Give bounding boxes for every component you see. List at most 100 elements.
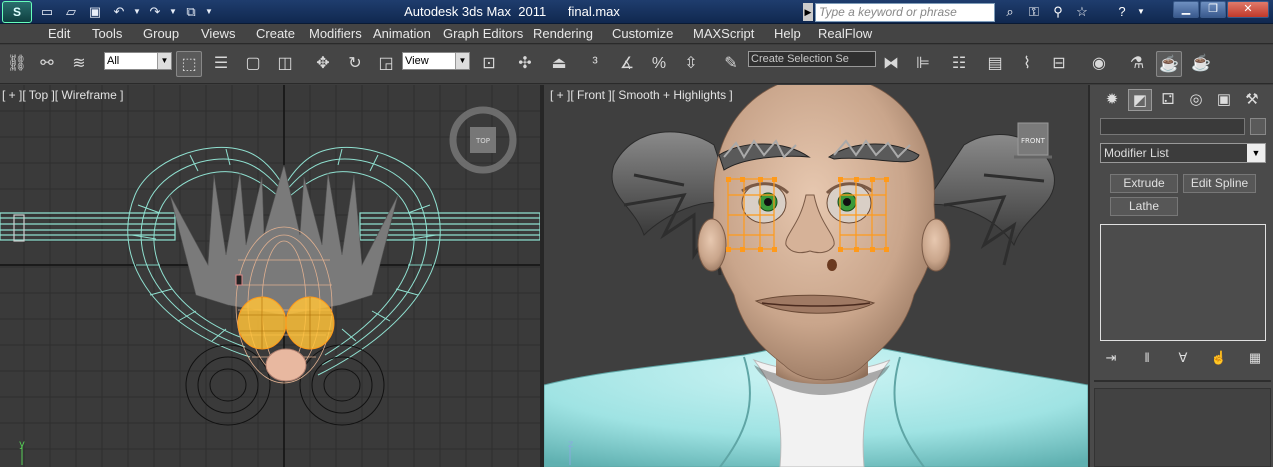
undo-dropdown-icon[interactable]: ▼ — [132, 2, 142, 22]
material-editor-icon[interactable]: ◉ — [1086, 51, 1112, 77]
remove-modifier-icon[interactable]: ☝ — [1208, 347, 1230, 369]
keyboard-shortcut-override-icon[interactable]: ⏏ — [546, 51, 572, 77]
new-file-icon[interactable]: ▭ — [36, 2, 58, 22]
customize-qat-icon[interactable]: ▼ — [204, 2, 214, 22]
chevron-down-icon: ▼ — [1247, 144, 1265, 162]
graphite-ribbon-icon[interactable]: ▤ — [982, 51, 1008, 77]
info-center-expand-icon[interactable]: ▶ — [803, 3, 813, 21]
select-and-scale-icon[interactable]: ◲ — [373, 51, 399, 77]
undo-icon[interactable]: ↶ — [108, 2, 130, 22]
percent-snap-icon[interactable]: % — [646, 51, 672, 77]
named-selection-sets-input[interactable]: Create Selection Se — [748, 51, 876, 67]
communication-center-icon[interactable]: ⚲ — [1048, 2, 1068, 22]
modifier-list-dropdown[interactable]: Modifier List ▼ — [1100, 143, 1266, 163]
restore-icon[interactable]: ❐ — [1200, 1, 1226, 18]
make-unique-icon[interactable]: ∀ — [1172, 347, 1194, 369]
viewport-front[interactable]: FRONT z [ + ][ Front ][ Smooth + Highlig… — [544, 85, 1088, 467]
schematic-view-icon[interactable]: ⊟ — [1046, 51, 1072, 77]
open-file-icon[interactable]: ▱ — [60, 2, 82, 22]
mirror-icon[interactable]: ⧓ — [878, 51, 904, 77]
render-setup-icon[interactable]: ⚗ — [1124, 51, 1150, 77]
menu-modifiers[interactable]: Modifiers — [309, 24, 362, 44]
angle-snap-icon[interactable]: ∡ — [614, 51, 640, 77]
search-icon[interactable]: ⌕ — [1000, 2, 1020, 22]
menu-help[interactable]: Help — [774, 24, 801, 44]
nose-shape — [265, 348, 307, 382]
edit-named-selection-icon[interactable]: ✎ — [718, 51, 744, 77]
search-input[interactable]: Type a keyword or phrase — [815, 3, 995, 22]
manipulate-icon[interactable]: ✣ — [512, 51, 538, 77]
render-production-icon[interactable]: ☕ — [1188, 51, 1214, 77]
spinner-snap-icon[interactable]: ⇳ — [678, 51, 704, 77]
display-tab-icon[interactable]: ▣ — [1212, 89, 1236, 111]
ear-marker — [235, 274, 243, 286]
close-icon[interactable]: ✕ — [1227, 1, 1269, 18]
hierarchy-tab-icon[interactable]: ⚁ — [1156, 89, 1180, 111]
pivot-center-icon[interactable]: ⊡ — [476, 51, 502, 77]
reference-coordinate-dropdown[interactable]: View ▼ — [402, 52, 470, 70]
configure-modifier-sets-icon[interactable]: ▦ — [1244, 347, 1266, 369]
create-tab-icon[interactable]: ✹ — [1100, 89, 1124, 111]
select-and-link-icon[interactable]: ⛓ — [4, 51, 30, 77]
selection-filter-dropdown[interactable]: All ▼ — [104, 52, 172, 70]
show-end-result-icon[interactable]: ‖ — [1136, 347, 1158, 369]
extrude-button[interactable]: Extrude — [1110, 174, 1178, 193]
modify-tab-icon[interactable]: ◩ — [1128, 89, 1152, 111]
viewport-top-label[interactable]: [ + ][ Top ][ Wireframe ] — [2, 88, 123, 102]
parameters-rollout — [1094, 388, 1271, 467]
main-toolbar: ⛓ ⚯ ≋ All ▼ ⬚ ☰ ▢ ◫ ✥ ↻ ◲ View ▼ ⊡ ✣ ⏏ ³ ∡… — [0, 45, 1273, 84]
project-folder-icon[interactable]: ⧉ — [180, 2, 202, 22]
edit-spline-button[interactable]: Edit Spline — [1183, 174, 1256, 193]
redo-dropdown-icon[interactable]: ▼ — [168, 2, 178, 22]
viewcube-front[interactable]: FRONT — [1014, 122, 1052, 159]
object-name-input[interactable] — [1100, 118, 1245, 135]
utilities-tab-icon[interactable]: ⚒ — [1240, 89, 1264, 111]
viewcube-top[interactable]: TOP — [449, 106, 517, 174]
select-object-icon[interactable]: ⬚ — [176, 51, 202, 77]
rectangular-selection-icon[interactable]: ▢ — [240, 51, 266, 77]
select-and-rotate-icon[interactable]: ↻ — [342, 51, 368, 77]
curve-editor-icon[interactable]: ⌇ — [1014, 51, 1040, 77]
select-and-move-icon[interactable]: ✥ — [310, 51, 336, 77]
menu-animation[interactable]: Animation — [373, 24, 431, 44]
chevron-down-icon: ▼ — [455, 53, 469, 69]
menu-tools[interactable]: Tools — [92, 24, 122, 44]
help-icon[interactable]: ? — [1112, 2, 1132, 22]
motion-tab-icon[interactable]: ◎ — [1184, 89, 1208, 111]
quick-access-toolbar: ▭ ▱ ▣ ↶ ▼ ↷ ▼ ⧉ ▼ — [36, 2, 214, 22]
app-logo-button[interactable]: S — [2, 1, 32, 23]
subscription-key-icon[interactable]: ⚿ — [1024, 2, 1044, 22]
viewport-top[interactable]: TOP y [ + ][ Top ][ Wireframe ] — [0, 85, 540, 467]
face-mole — [827, 259, 837, 271]
window-title: Autodesk 3ds Max 2011 final.max — [222, 0, 802, 24]
redo-icon[interactable]: ↷ — [144, 2, 166, 22]
menu-customize[interactable]: Customize — [612, 24, 673, 44]
layer-manager-icon[interactable]: ☷ — [946, 51, 972, 77]
menu-realflow[interactable]: RealFlow — [818, 24, 872, 44]
svg-text:z: z — [568, 439, 573, 450]
select-by-name-icon[interactable]: ☰ — [208, 51, 234, 77]
menu-graph-editors[interactable]: Graph Editors — [443, 24, 523, 44]
menu-views[interactable]: Views — [201, 24, 235, 44]
menu-edit[interactable]: Edit — [48, 24, 70, 44]
snaps-toggle-icon[interactable]: ³ — [582, 51, 608, 77]
help-dropdown-icon[interactable]: ▼ — [1136, 2, 1146, 22]
save-file-icon[interactable]: ▣ — [84, 2, 106, 22]
menu-rendering[interactable]: Rendering — [533, 24, 593, 44]
menu-group[interactable]: Group — [143, 24, 179, 44]
bind-to-space-warp-icon[interactable]: ≋ — [66, 51, 92, 77]
menu-maxscript[interactable]: MAXScript — [693, 24, 754, 44]
lathe-button[interactable]: Lathe — [1110, 197, 1178, 216]
minimize-icon[interactable]: ▁ — [1173, 1, 1199, 18]
object-color-swatch[interactable] — [1250, 118, 1266, 135]
modifier-stack-list[interactable] — [1100, 224, 1266, 341]
viewport-front-label[interactable]: [ + ][ Front ][ Smooth + Highlights ] — [550, 88, 733, 102]
unlink-selection-icon[interactable]: ⚯ — [34, 51, 60, 77]
window-crossing-icon[interactable]: ◫ — [272, 51, 298, 77]
favorites-star-icon[interactable]: ☆ — [1072, 2, 1092, 22]
menu-create[interactable]: Create — [256, 24, 295, 44]
align-icon[interactable]: ⊫ — [910, 51, 936, 77]
right-pupil — [843, 198, 851, 206]
pin-stack-icon[interactable]: ⇥ — [1100, 347, 1122, 369]
rendered-frame-window-icon[interactable]: ☕ — [1156, 51, 1182, 77]
